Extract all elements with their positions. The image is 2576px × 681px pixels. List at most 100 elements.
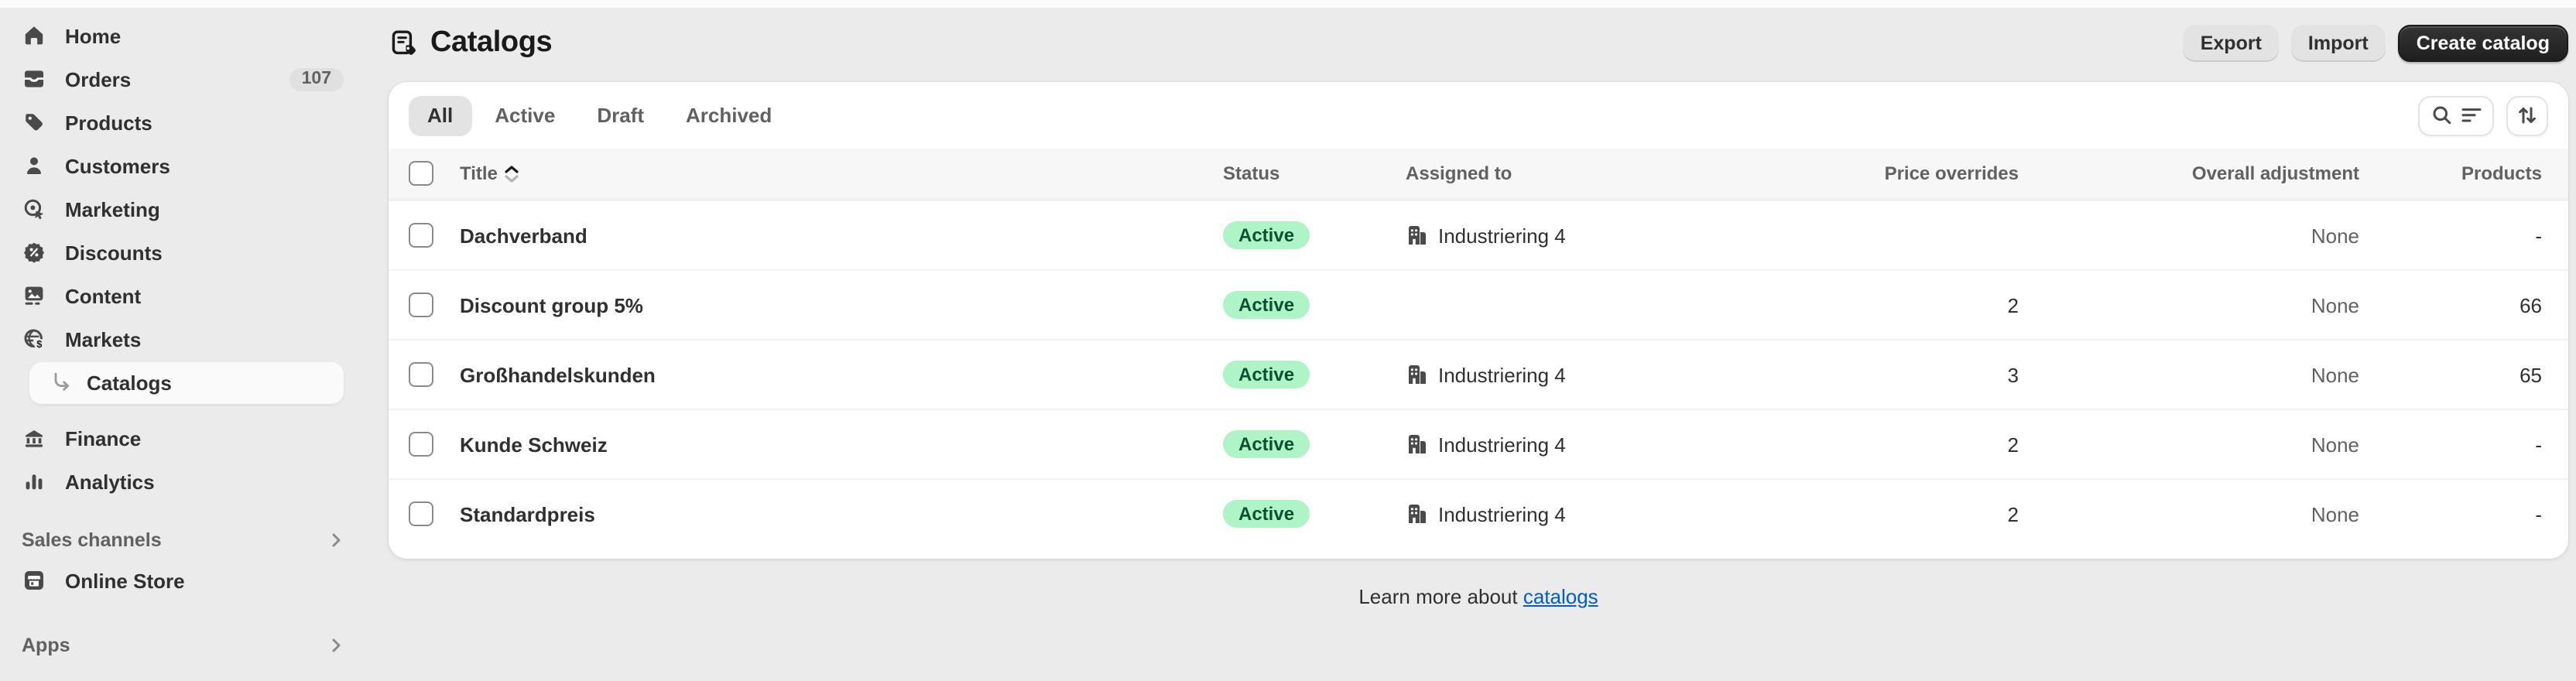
top-edge-strip [0,0,2576,8]
table-row[interactable]: Dachverband Active Industriering 4 None … [389,200,2568,269]
overall-adjustment-value: None [2311,363,2359,386]
products-value: - [2535,224,2542,247]
search-icon [2431,105,2451,125]
orders-count-badge: 107 [289,67,344,91]
catalogs-help-link[interactable]: catalogs [1523,585,1598,608]
section-label: Sales channels [22,529,162,551]
filter-icon [2461,107,2481,124]
sidebar-section-apps[interactable]: Apps [0,627,364,664]
table-row[interactable]: Großhandelskunden Active Industriering 4… [389,339,2568,409]
price-overrides-value: 2 [2007,502,2019,525]
column-overall-adjustment: Overall adjustment [2191,163,2359,184]
sort-direction-icon[interactable] [505,165,519,182]
home-icon [22,23,46,48]
sidebar-item-online-store[interactable]: Online Store [0,559,364,602]
products-value: - [2535,502,2542,525]
discounts-icon [22,240,46,265]
sidebar-item-label: Finance [65,426,142,450]
search-and-filter-button[interactable] [2418,95,2494,135]
sub-arrow-icon [51,373,71,393]
row-checkbox[interactable] [409,293,433,317]
sidebar-item-catalogs-selected[interactable]: Catalogs [29,362,344,404]
orders-icon [22,67,46,91]
tab-all[interactable]: All [409,95,472,135]
sidebar-item-label: Discounts [65,241,163,264]
row-checkbox[interactable] [409,223,433,248]
footer-note: Learn more about catalogs [1358,585,1598,608]
sidebar-item-marketing[interactable]: Marketing [0,187,364,231]
column-products: Products [2461,163,2542,184]
products-value: - [2535,433,2542,456]
table-header-row: Title Status Assigned to Price overrides… [389,149,2568,200]
catalog-title[interactable]: Großhandelskunden [460,363,1223,386]
sidebar-section-sales-channels[interactable]: Sales channels [0,522,364,559]
price-overrides-value: 3 [2007,363,2019,386]
row-checkbox[interactable] [409,501,433,526]
sidebar-item-products[interactable]: Products [0,101,364,144]
price-overrides-value: 2 [2007,293,2019,317]
sidebar-item-label: Content [65,284,142,307]
tab-active[interactable]: Active [476,95,574,135]
catalog-title[interactable]: Discount group 5% [460,293,1223,317]
analytics-icon [22,469,46,494]
sidebar-item-label: Customers [65,154,170,177]
products-value: 65 [2519,363,2542,386]
sidebar-item-markets[interactable]: $ Markets [0,317,364,361]
table-row[interactable]: Kunde Schweiz Active Industriering 4 2 N… [389,409,2568,478]
chevron-right-icon [328,532,344,548]
online-store-icon [22,568,46,593]
page-header: Catalogs Export Import Create catalog [389,22,2568,65]
products-tag-icon [22,110,46,135]
products-value: 66 [2519,293,2542,317]
row-checkbox[interactable] [409,362,433,387]
company-icon [1406,364,1427,385]
table-row[interactable]: Standardpreis Active Industriering 4 2 N… [389,478,2568,548]
sidebar-item-discounts[interactable]: Discounts [0,231,364,274]
assigned-company: Industriering 4 [1406,502,1780,525]
select-all-checkbox[interactable] [409,161,433,186]
export-button[interactable]: Export [2183,25,2279,62]
import-button[interactable]: Import [2290,25,2386,62]
sort-arrows-icon [2517,105,2537,125]
status-badge: Active [1223,500,1310,529]
header-actions: Export Import Create catalog [2183,25,2568,62]
sidebar-item-customers[interactable]: Customers [0,144,364,187]
sidebar-item-analytics[interactable]: Analytics [0,460,364,503]
overall-adjustment-value: None [2311,433,2359,456]
catalog-title[interactable]: Kunde Schweiz [460,433,1223,456]
status-badge: Active [1223,361,1310,389]
column-status: Status [1223,163,1280,184]
catalog-title[interactable]: Dachverband [460,224,1223,247]
company-icon [1406,503,1427,525]
assigned-company: Industriering 4 [1406,433,1780,456]
sidebar-item-label: Catalogs [87,371,172,395]
sidebar-item-finance[interactable]: Finance [0,416,364,460]
sidebar-item-label: Products [65,111,152,134]
sort-button[interactable] [2506,95,2548,135]
markets-icon: $ [22,327,46,351]
sidebar-item-label: Analytics [65,470,155,493]
content-icon [22,283,46,308]
tab-draft[interactable]: Draft [578,95,663,135]
customers-icon [22,153,46,178]
sidebar-item-label: Orders [65,67,132,91]
tab-archived[interactable]: Archived [667,95,790,135]
create-catalog-button[interactable]: Create catalog [2397,25,2568,62]
sidebar-item-label: Online Store [65,569,185,592]
sidebar-item-content[interactable]: Content [0,274,364,317]
section-label: Apps [22,635,70,656]
marketing-icon [22,197,46,221]
filter-tabs: All Active Draft Archived [409,95,790,135]
sidebar: Home Orders 107 Products Customers Marke… [0,8,364,681]
status-badge: Active [1223,430,1310,459]
status-badge: Active [1223,221,1310,250]
catalogs-index-card: All Active Draft Archived Title Status A… [389,82,2568,559]
table-row[interactable]: Discount group 5% Active 2 None 66 [389,269,2568,339]
sidebar-item-orders[interactable]: Orders 107 [0,57,364,101]
catalog-title[interactable]: Standardpreis [460,502,1223,525]
card-toolbar: All Active Draft Archived [389,82,2568,149]
finance-icon [22,426,46,450]
sidebar-item-home[interactable]: Home [0,14,364,57]
sidebar-item-label: Home [65,24,122,47]
row-checkbox[interactable] [409,432,433,457]
